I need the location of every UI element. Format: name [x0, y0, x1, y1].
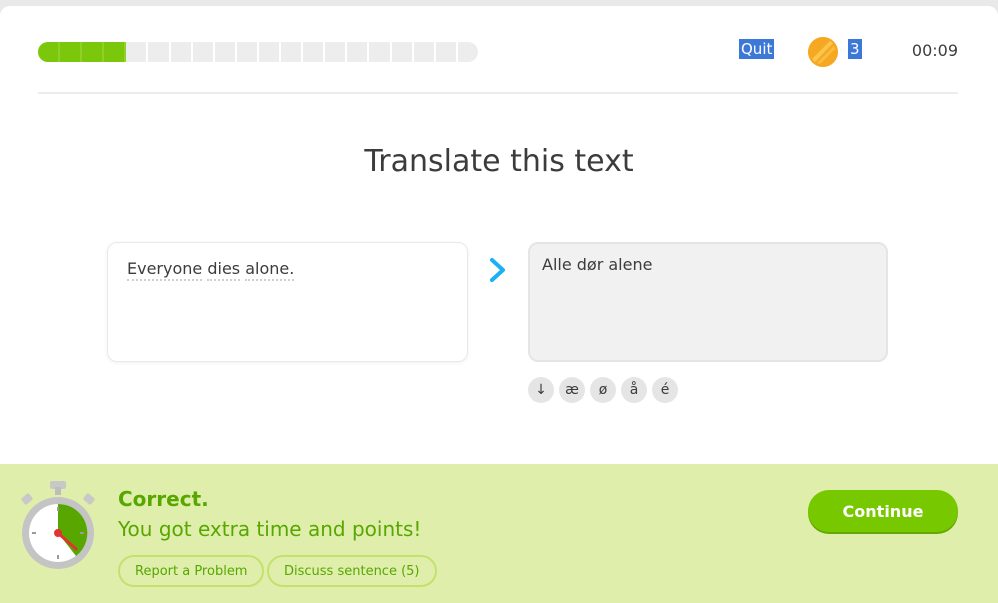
progress-segment [148, 42, 171, 62]
progress-segment [436, 42, 458, 62]
prompt-word[interactable]: Everyone [127, 259, 203, 281]
progress-segment [171, 42, 193, 62]
lingot-coin-icon [808, 37, 838, 67]
lesson-timer: 00:09 [911, 41, 958, 60]
answer-textarea[interactable]: Alle dør alene [528, 242, 888, 362]
progress-segment [458, 42, 478, 62]
quit-button[interactable]: Quit [739, 39, 775, 59]
continue-button[interactable]: Continue [808, 490, 958, 532]
progress-segment [215, 42, 237, 62]
exercise-heading: Translate this text [364, 144, 634, 179]
lesson-card: Quit 3 00:09 Translate this text Everyon… [0, 6, 998, 603]
feedback-title: Correct. [118, 487, 209, 511]
progress-segment [237, 42, 259, 62]
progress-segment [193, 42, 215, 62]
special-char-button[interactable]: ø [590, 377, 616, 403]
progress-segment [414, 42, 436, 62]
source-sentence-box: Everyone dies alone. [107, 242, 468, 362]
progress-segment [281, 42, 304, 62]
feedback-subtitle: You got extra time and points! [118, 517, 422, 541]
special-char-button[interactable]: å [621, 377, 647, 403]
progress-segment [325, 42, 348, 62]
report-problem-button[interactable]: Report a Problem [118, 555, 265, 587]
prompt-word[interactable]: dies [207, 259, 241, 281]
progress-segment-complete [104, 42, 127, 62]
progress-segment [126, 42, 149, 62]
special-characters-bar: ↓ æ ø å é [528, 377, 678, 403]
header-divider [38, 92, 958, 94]
progress-segment [259, 42, 282, 62]
progress-segment [369, 42, 392, 62]
progress-segment [347, 42, 370, 62]
lesson-progress-bar [38, 42, 478, 62]
coin-count: 3 [848, 39, 862, 59]
special-char-button[interactable]: æ [559, 377, 585, 403]
special-char-button[interactable]: é [652, 377, 678, 403]
discuss-sentence-button[interactable]: Discuss sentence (5) [267, 555, 437, 587]
progress-segment-complete [38, 42, 61, 62]
progress-segment [303, 42, 326, 62]
progress-segment [392, 42, 414, 62]
chevron-right-icon [490, 258, 505, 282]
progress-segment-complete [60, 42, 83, 62]
stopwatch-icon [21, 481, 95, 569]
special-char-button[interactable]: ↓ [528, 377, 554, 403]
prompt-word[interactable]: alone. [245, 259, 295, 281]
feedback-panel: Correct. You got extra time and points! … [0, 464, 998, 603]
source-sentence: Everyone dies alone. [127, 259, 448, 281]
progress-segment-complete [82, 42, 105, 62]
lesson-header: Quit 3 00:09 [38, 37, 958, 67]
